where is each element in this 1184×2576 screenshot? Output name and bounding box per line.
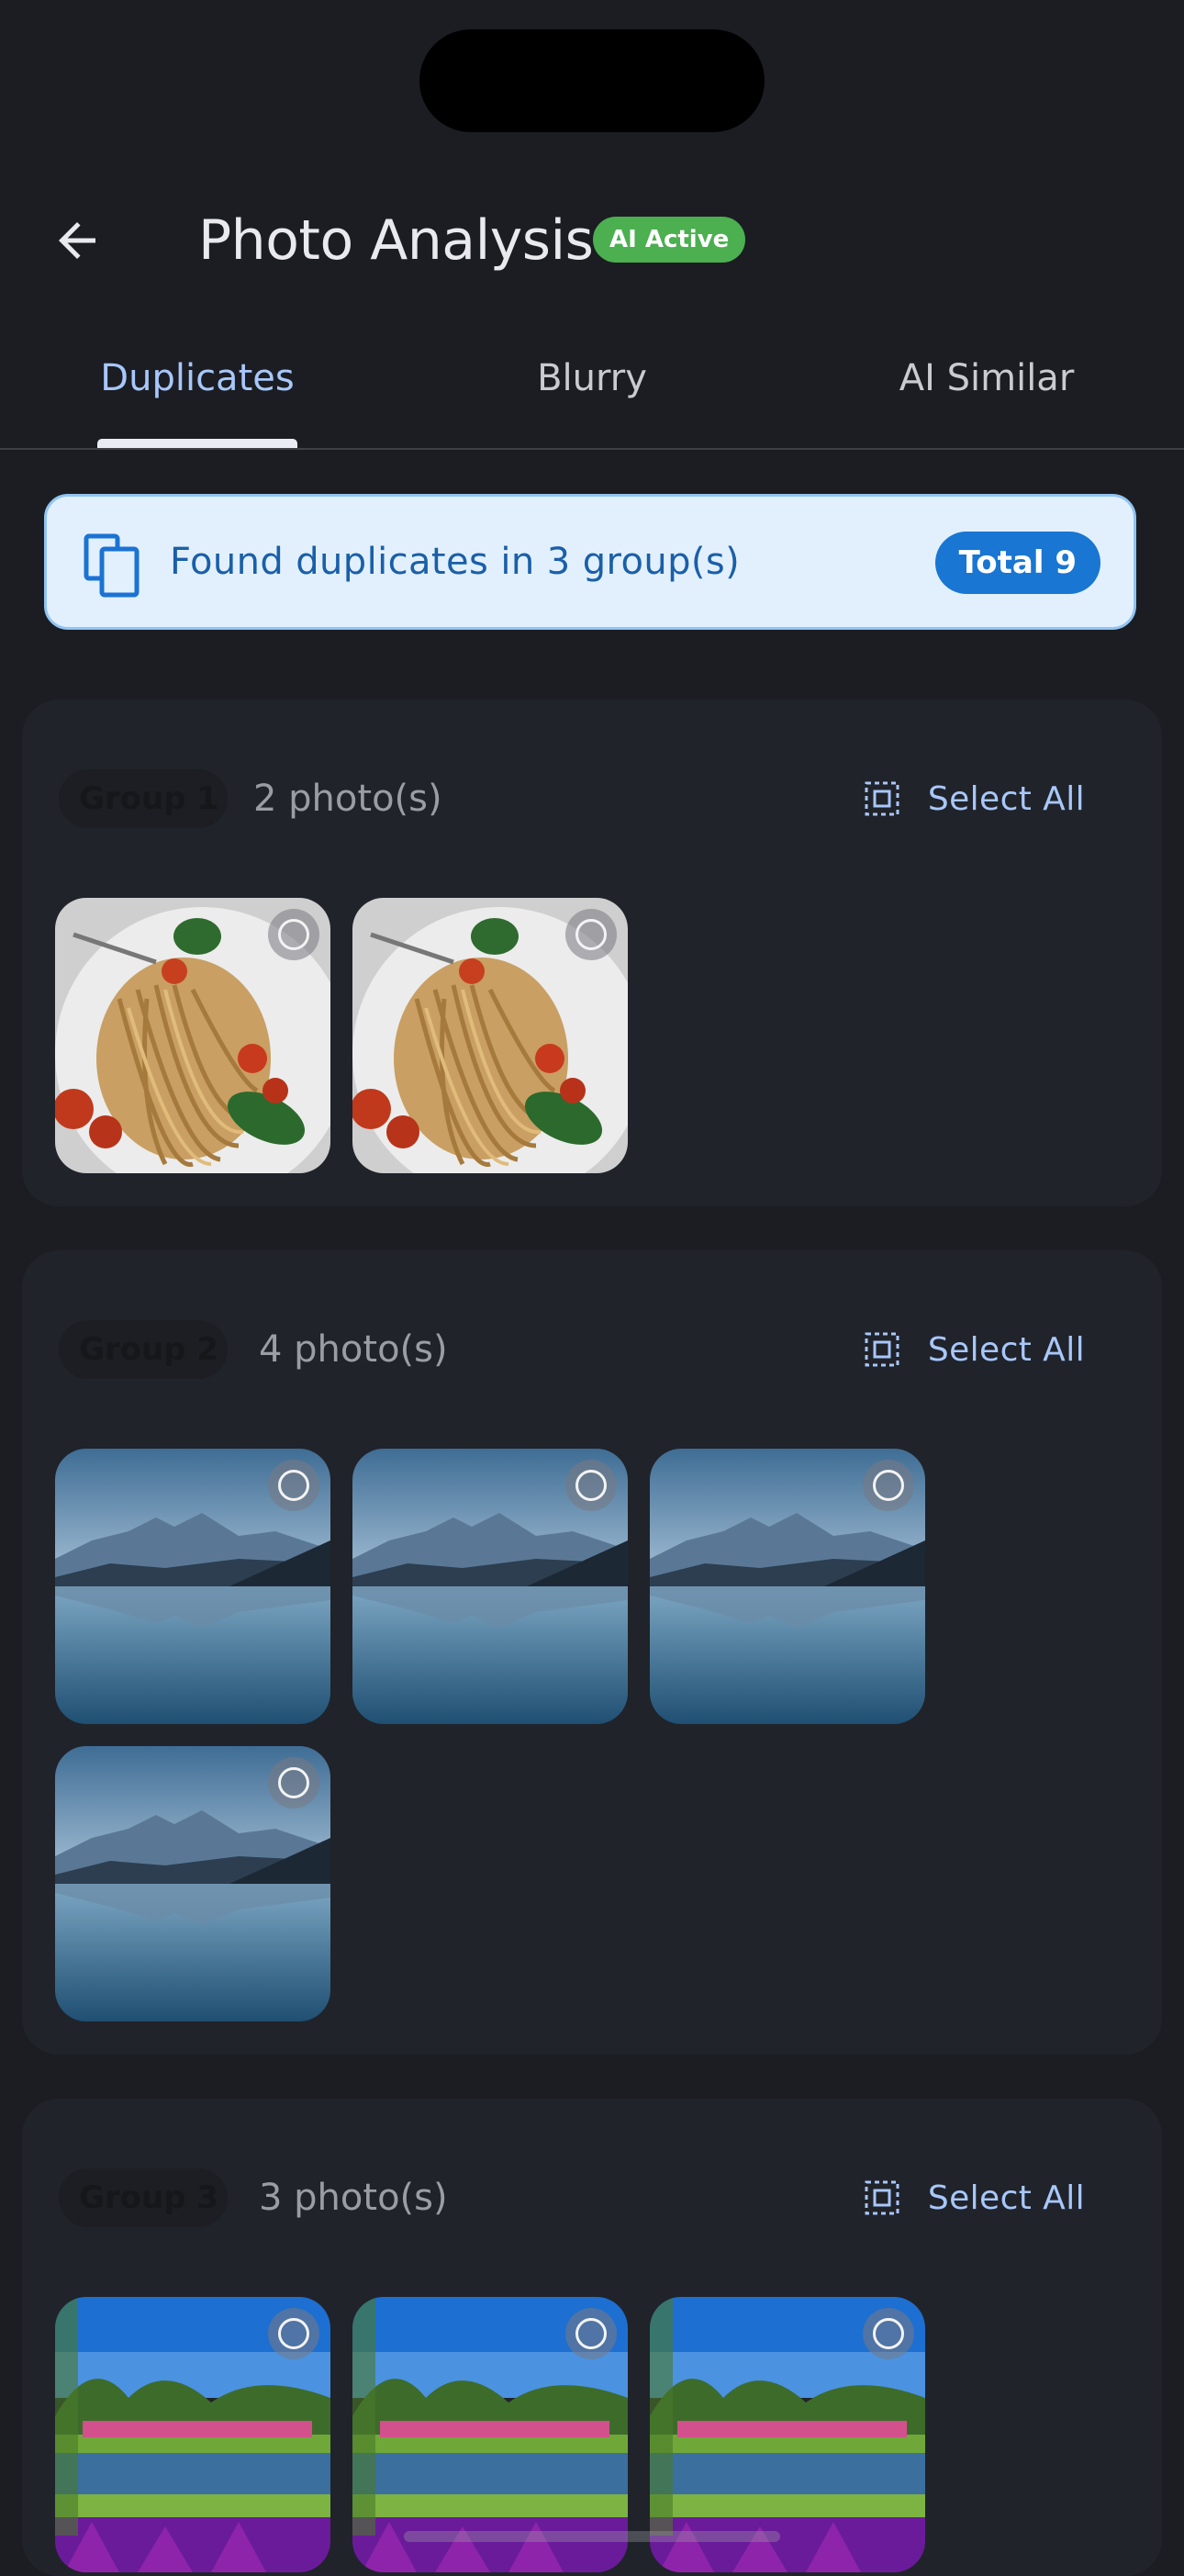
photo-thumbnail[interactable]	[650, 1449, 925, 1724]
select-checkbox[interactable]	[268, 2308, 319, 2359]
select-all-label: Select All	[927, 2178, 1085, 2217]
photo-thumbnail[interactable]	[352, 1449, 628, 1724]
select-all-button[interactable]: Select All	[864, 1322, 1085, 1377]
select-checkbox[interactable]	[863, 1460, 914, 1511]
duplicates-summary-banner: Found duplicates in 3 group(s) Total 9	[44, 494, 1136, 630]
select-checkbox[interactable]	[268, 1757, 319, 1809]
back-button[interactable]	[42, 206, 112, 275]
select-checkbox[interactable]	[863, 2308, 914, 2359]
group-photo-count: 4 photo(s)	[259, 1328, 448, 1371]
duplicate-group-2: Group 2 4 photo(s) Select All	[22, 1250, 1162, 2055]
select-checkbox[interactable]	[268, 1460, 319, 1511]
select-all-icon	[865, 781, 899, 816]
select-checkbox[interactable]	[565, 2308, 617, 2359]
select-checkbox[interactable]	[565, 909, 617, 960]
duplicate-group-1: Group 1 2 photo(s) Select All	[22, 700, 1162, 1206]
select-all-button[interactable]: Select All	[864, 2170, 1085, 2225]
total-count-badge: Total 9	[934, 532, 1100, 594]
copy-icon	[84, 533, 140, 598]
photo-thumbnail[interactable]	[352, 898, 628, 1173]
page-title: Photo Analysis	[198, 208, 594, 273]
arrow-left-icon	[59, 222, 95, 259]
photo-thumbnail[interactable]	[55, 2297, 330, 2572]
group-label: Group 3	[59, 2168, 228, 2227]
photo-thumbnail[interactable]	[55, 1746, 330, 2022]
select-all-icon	[865, 2180, 899, 2215]
select-checkbox[interactable]	[268, 909, 319, 960]
home-indicator	[404, 2531, 780, 2542]
tab-bar: Duplicates Blurry AI Similar	[0, 330, 1184, 450]
select-all-button[interactable]: Select All	[864, 771, 1085, 826]
app-bar: Photo Analysis AI Active	[0, 184, 1184, 297]
tab-ai-similar[interactable]: AI Similar	[887, 330, 1087, 448]
tab-blurry[interactable]: Blurry	[514, 330, 670, 448]
select-all-label: Select All	[927, 1330, 1085, 1369]
photo-thumbnail[interactable]	[55, 1449, 330, 1724]
group-label: Group 1	[59, 769, 228, 828]
duplicate-group-3: Group 3 3 photo(s) Select All	[22, 2099, 1162, 2576]
select-checkbox[interactable]	[565, 1460, 617, 1511]
group-photo-count: 3 photo(s)	[259, 2177, 448, 2219]
summary-text: Found duplicates in 3 group(s)	[170, 541, 741, 583]
ai-status-badge: AI Active	[593, 217, 746, 263]
group-label: Group 2	[59, 1320, 228, 1379]
dynamic-island	[419, 29, 765, 132]
group-photo-count: 2 photo(s)	[253, 778, 442, 820]
select-all-icon	[865, 1332, 899, 1367]
tab-indicator	[97, 439, 297, 448]
select-all-label: Select All	[927, 779, 1085, 818]
tab-duplicates[interactable]: Duplicates	[97, 330, 297, 448]
photo-thumbnail[interactable]	[55, 898, 330, 1173]
